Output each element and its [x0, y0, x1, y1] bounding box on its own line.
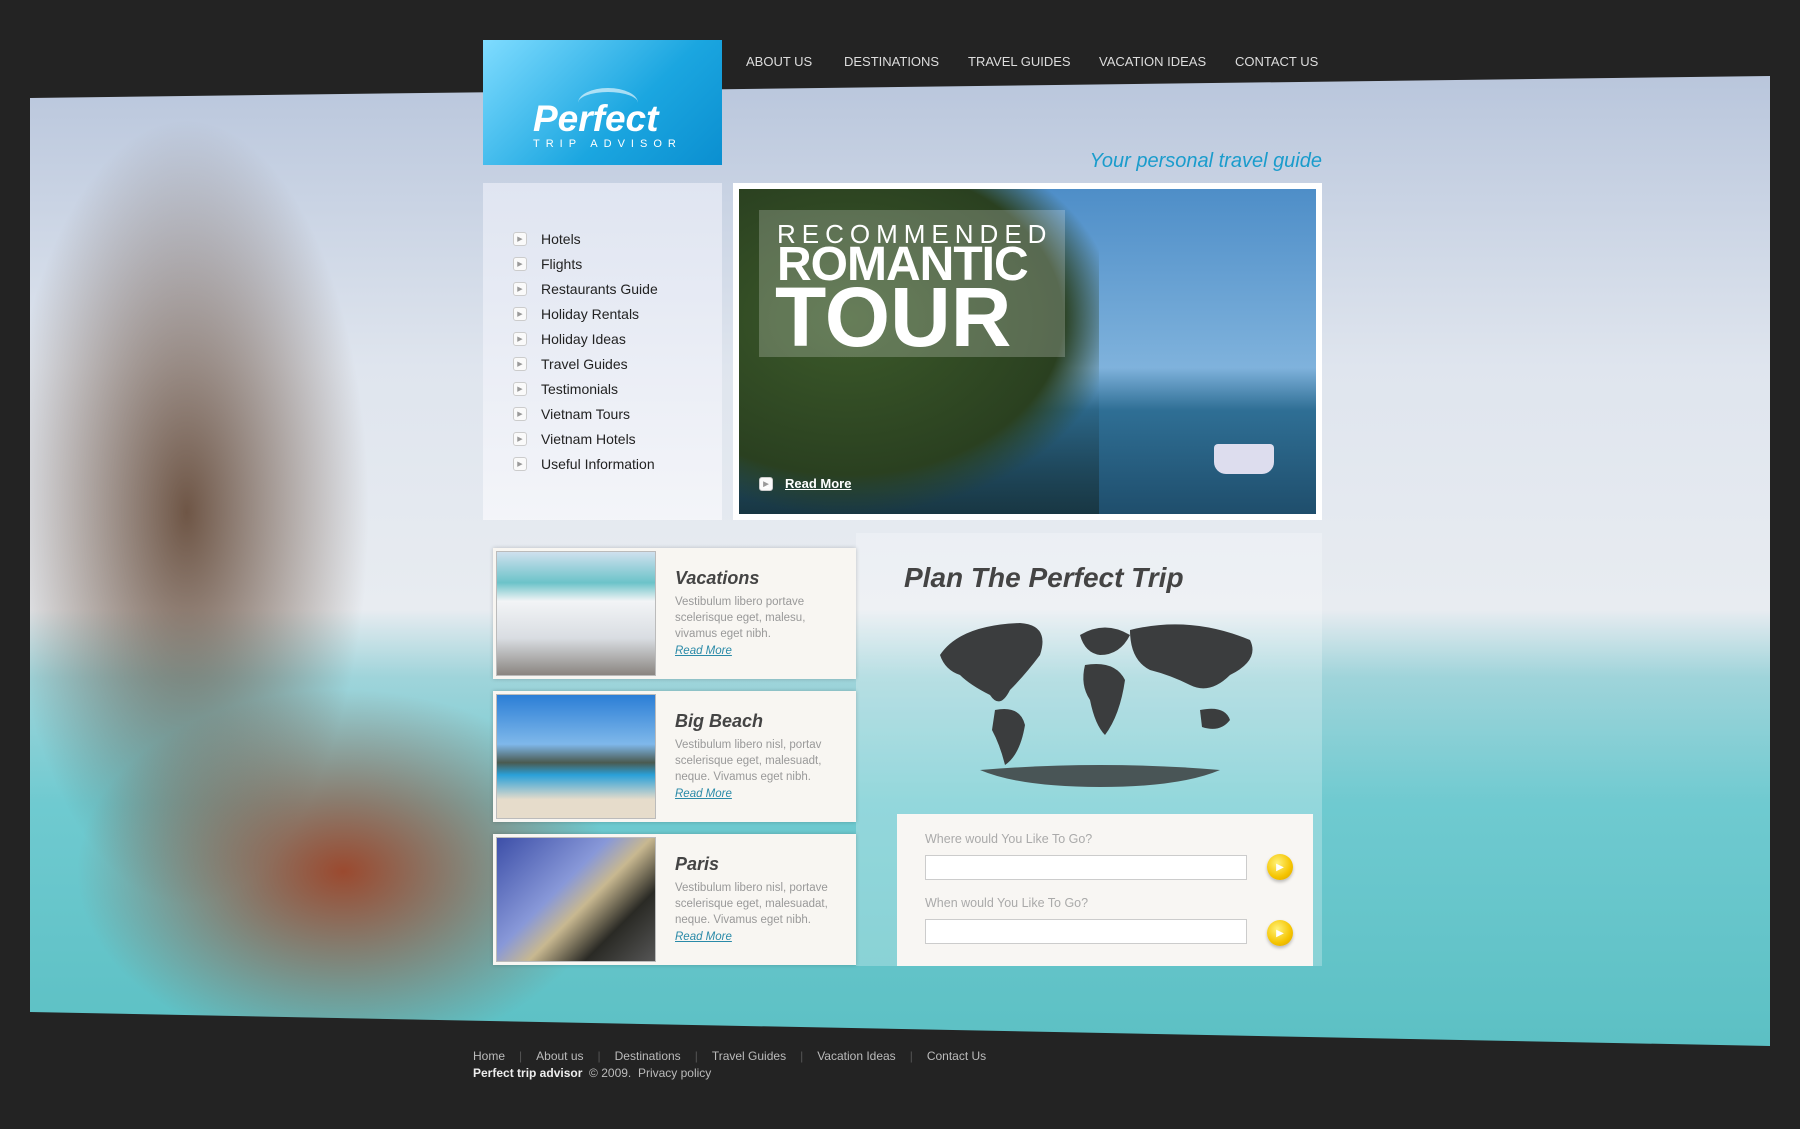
sidebar-item-label: Holiday Rentals: [541, 306, 640, 322]
card-title: Vacations: [675, 568, 760, 588]
sidebar-item-label: Holiday Ideas: [541, 331, 626, 347]
sidebar-item-label: Travel Guides: [541, 356, 628, 372]
sidebar-item-label: Useful Information: [541, 456, 655, 472]
nav-vacation-ideas[interactable]: VACATION IDEAS: [1099, 54, 1206, 69]
footer-copyright: Perfect trip advisor © 2009. Privacy pol…: [473, 1066, 711, 1080]
sidebar-item-label: Vietnam Hotels: [541, 431, 636, 447]
arrow-icon: ▶: [513, 332, 527, 346]
hero-image: RECOMMENDED ROMANTIC TOUR ▶ Read More: [739, 189, 1316, 514]
arrow-icon: ▶: [513, 432, 527, 446]
sidebar-item-label: Restaurants Guide: [541, 281, 658, 297]
sidebar-item-hotels[interactable]: ▶ Hotels: [513, 231, 581, 247]
arrow-icon: ▶: [513, 232, 527, 246]
sidebar-menu: ▶ Hotels ▶ Flights ▶ Restaurants Guide ▶ Holida…: [483, 183, 722, 520]
arrow-icon: ▶: [513, 257, 527, 271]
where-input[interactable]: [925, 855, 1247, 880]
world-map-icon: [940, 623, 1253, 787]
arrow-icon: ▶: [513, 357, 527, 371]
card-text: Vestibulum libero portave scelerisque eg…: [675, 596, 806, 640]
divider: |: [519, 1049, 523, 1063]
sidebar-item-label: Flights: [541, 256, 583, 272]
divider: |: [909, 1049, 913, 1063]
sidebar-item-flights[interactable]: ▶ Flights: [513, 256, 582, 272]
sidebar-item-holiday-ideas[interactable]: ▶ Holiday Ideas: [513, 331, 626, 347]
when-label: When would You Like To Go?: [925, 896, 1089, 910]
divider: |: [800, 1049, 804, 1063]
sidebar-item-label: Vietnam Tours: [541, 406, 630, 422]
divider: |: [694, 1049, 698, 1063]
arrow-icon: ▶: [513, 307, 527, 321]
logo-subtitle: TRIP ADVISOR: [533, 138, 682, 150]
footer-nav: Home | About us | Destinations | Travel Gui…: [473, 1049, 986, 1063]
hero-banner: RECOMMENDED ROMANTIC TOUR ▶ Read More: [733, 183, 1322, 520]
logo-title: Perfect: [533, 98, 659, 139]
arrow-icon: ▶: [513, 282, 527, 296]
card-read-more[interactable]: Read More: [675, 931, 732, 943]
copyright-text: © 2009.: [589, 1066, 632, 1080]
when-go-button[interactable]: ▶: [1267, 920, 1293, 946]
where-label: Where would You Like To Go?: [925, 832, 1093, 846]
plan-title: Plan The Perfect Trip: [904, 562, 1184, 593]
where-go-button[interactable]: ▶: [1267, 854, 1293, 880]
card-image[interactable]: [496, 694, 656, 819]
feature-card: Big Beach Vestibulum libero nisl, portav …: [493, 691, 856, 822]
nav-about-us[interactable]: ABOUT US: [746, 54, 812, 69]
card-image[interactable]: [496, 837, 656, 962]
arrow-icon: ▶: [513, 457, 527, 471]
hero-line3: TOUR: [775, 270, 1012, 364]
card-text: Vestibulum libero nisl, portav scelerisq…: [675, 739, 822, 783]
card-read-more[interactable]: Read More: [675, 645, 732, 657]
card-title: Big Beach: [675, 711, 764, 731]
tagline: Your personal travel guide: [1089, 150, 1322, 172]
read-more-label: Read More: [785, 476, 852, 491]
logo[interactable]: Perfect TRIP ADVISOR: [483, 40, 722, 165]
footer-link-home[interactable]: Home: [473, 1049, 505, 1063]
sidebar-item-holiday-rentals[interactable]: ▶ Holiday Rentals: [513, 306, 639, 322]
sidebar-item-testimonials[interactable]: ▶ Testimonials: [513, 381, 618, 397]
sidebar-item-vietnam-tours[interactable]: ▶ Vietnam Tours: [513, 406, 630, 422]
when-input[interactable]: [925, 919, 1247, 944]
footer-link-vacation-ideas[interactable]: Vacation Ideas: [817, 1049, 896, 1063]
trip-search-form: Where would You Like To Go? ▶ When would…: [897, 814, 1313, 966]
footer-link-about[interactable]: About us: [536, 1049, 583, 1063]
footer-link-destinations[interactable]: Destinations: [615, 1049, 681, 1063]
nav-destinations[interactable]: DESTINATIONS: [844, 54, 939, 69]
sidebar-item-label: Hotels: [541, 231, 581, 247]
play-icon: ▶: [1276, 861, 1284, 873]
divider: |: [597, 1049, 601, 1063]
nav-contact-us[interactable]: CONTACT US: [1235, 54, 1318, 69]
card-read-more[interactable]: Read More: [675, 788, 732, 800]
arrow-icon: ▶: [513, 382, 527, 396]
sidebar-item-useful-information[interactable]: ▶ Useful Information: [513, 456, 655, 472]
sidebar-item-vietnam-hotels[interactable]: ▶ Vietnam Hotels: [513, 431, 636, 447]
footer-link-contact[interactable]: Contact Us: [927, 1049, 986, 1063]
card-image[interactable]: [496, 551, 656, 676]
card-title: Paris: [675, 854, 720, 874]
hero-read-more[interactable]: ▶ Read More: [759, 476, 851, 491]
arrow-icon: ▶: [759, 476, 773, 491]
feature-card: Paris Vestibulum libero nisl, portave sce…: [493, 834, 856, 965]
feature-card: Vacations Vestibulum libero portave scele…: [493, 548, 856, 679]
privacy-link[interactable]: Privacy policy: [638, 1066, 711, 1080]
sidebar-item-restaurants-guide[interactable]: ▶ Restaurants Guide: [513, 281, 658, 297]
footer-brand: Perfect trip advisor: [473, 1066, 583, 1080]
play-icon: ▶: [1276, 927, 1284, 939]
nav-travel-guides[interactable]: TRAVEL GUIDES: [968, 54, 1071, 69]
arrow-icon: ▶: [513, 407, 527, 421]
boat-image: [1214, 444, 1274, 474]
sidebar-item-label: Testimonials: [541, 381, 619, 397]
sidebar-item-travel-guides[interactable]: ▶ Travel Guides: [513, 356, 628, 372]
card-text: Vestibulum libero nisl, portave sceleris…: [675, 882, 828, 926]
footer-link-travel-guides[interactable]: Travel Guides: [712, 1049, 786, 1063]
